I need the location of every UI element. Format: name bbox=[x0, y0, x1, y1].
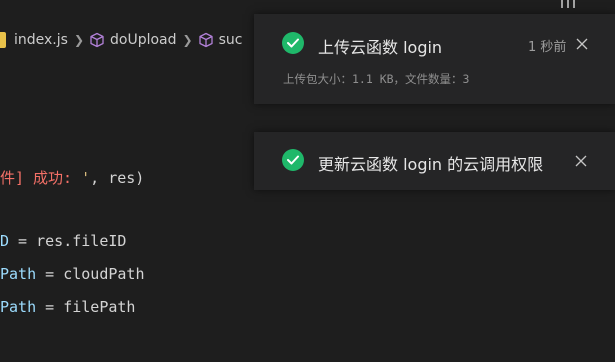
breadcrumb-item-suc[interactable]: suc bbox=[195, 32, 243, 48]
notification-update-permissions[interactable]: 更新云函数 login 的云调用权限 bbox=[254, 132, 615, 190]
code-variable: Path bbox=[0, 298, 37, 316]
breadcrumb-file[interactable]: index.js bbox=[0, 32, 68, 48]
chevron-right-icon: ❯ bbox=[73, 33, 84, 47]
code-variable: D bbox=[0, 232, 10, 250]
method-cube-icon bbox=[90, 32, 104, 48]
code-line[interactable]: Path = filePath bbox=[0, 298, 135, 316]
close-icon[interactable] bbox=[575, 37, 589, 51]
code-expression: res.fileID bbox=[36, 232, 127, 250]
breadcrumb-item-doupload[interactable]: doUpload bbox=[86, 32, 177, 48]
code-quote: ' bbox=[81, 169, 91, 187]
panel-layout-icon[interactable] bbox=[560, 0, 576, 14]
notification-timestamp: 1 秒前 bbox=[528, 40, 567, 55]
notification-message: 上传云函数 login bbox=[318, 38, 443, 57]
code-args: , res) bbox=[90, 169, 145, 187]
code-line[interactable]: Path = cloudPath bbox=[0, 265, 145, 283]
code-line[interactable]: D = res.fileID bbox=[0, 232, 126, 250]
code-line[interactable]: 件] 成功: ', res) bbox=[0, 167, 144, 188]
code-operator: = bbox=[36, 298, 64, 316]
close-icon[interactable] bbox=[574, 154, 588, 168]
method-cube-icon bbox=[198, 32, 213, 48]
breadcrumb-file-label: index.js bbox=[14, 32, 68, 48]
code-operator: = bbox=[36, 265, 64, 283]
code-string-fragment: 件] 成功: bbox=[0, 169, 82, 187]
notification-detail: 上传包大小：1.1 KB，文件数量：3 bbox=[283, 72, 470, 86]
success-check-icon bbox=[282, 149, 304, 171]
notification-upload-login[interactable]: 上传云函数 login 1 秒前 上传包大小：1.1 KB，文件数量：3 bbox=[254, 14, 615, 104]
code-operator: = bbox=[9, 232, 37, 250]
javascript-file-icon bbox=[0, 32, 6, 48]
code-variable: Path bbox=[0, 265, 37, 283]
code-expression: cloudPath bbox=[63, 265, 145, 283]
breadcrumb-item-label: doUpload bbox=[110, 32, 177, 48]
success-check-icon bbox=[282, 32, 304, 54]
notification-message: 更新云函数 login 的云调用权限 bbox=[318, 155, 544, 174]
chevron-right-icon: ❯ bbox=[182, 33, 193, 47]
breadcrumb-item-label: suc bbox=[218, 32, 243, 48]
code-expression: filePath bbox=[63, 298, 136, 316]
